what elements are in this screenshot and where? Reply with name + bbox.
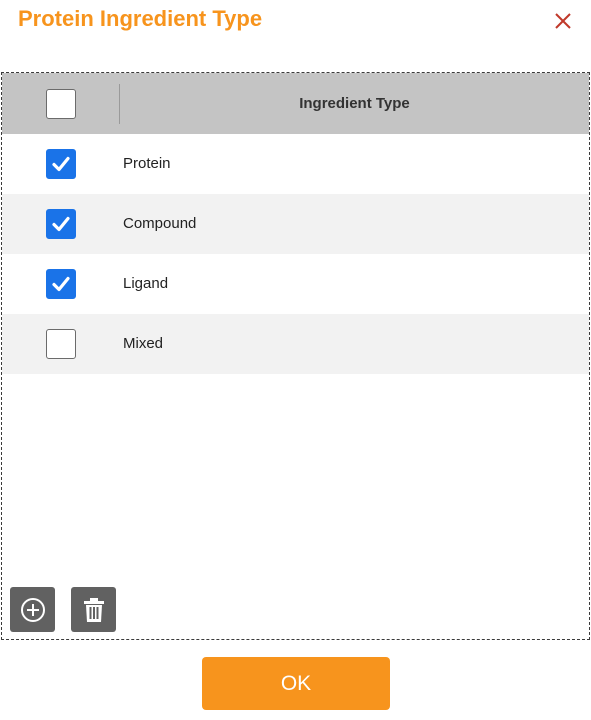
select-all-checkbox[interactable] [46, 89, 76, 119]
row-label: Ligand [123, 275, 169, 292]
trash-icon [83, 597, 104, 622]
dialog-title: Protein Ingredient Type [18, 6, 263, 31]
column-header-ingredient-type[interactable]: Ingredient Type [120, 73, 589, 134]
close-button[interactable] [550, 8, 576, 34]
table-row[interactable]: Compound [2, 194, 589, 254]
add-circle-icon [20, 597, 45, 622]
add-row-button[interactable] [10, 587, 55, 632]
table-body: Protein Compound Ligand Mixed [2, 134, 589, 374]
row-checkbox[interactable] [46, 329, 76, 359]
table-header: Ingredient Type [2, 73, 589, 134]
checkmark-icon [52, 156, 70, 172]
ingredient-table-panel: Ingredient Type Protein Compound Ligand … [1, 72, 590, 640]
row-label: Protein [123, 155, 171, 172]
ok-button[interactable]: OK [202, 657, 390, 710]
row-checkbox[interactable] [46, 149, 76, 179]
row-checkbox[interactable] [46, 209, 76, 239]
row-label: Mixed [123, 335, 164, 352]
row-checkbox[interactable] [46, 269, 76, 299]
close-icon [555, 13, 571, 29]
table-row[interactable]: Ligand [2, 254, 589, 314]
delete-row-button[interactable] [71, 587, 116, 632]
ingredient-type-dialog: Protein Ingredient Type Ingredient Type [0, 0, 591, 720]
row-label: Compound [123, 215, 197, 232]
table-row[interactable]: Protein [2, 134, 589, 194]
checkmark-icon [52, 276, 70, 292]
table-row[interactable]: Mixed [2, 314, 589, 374]
checkmark-icon [52, 216, 70, 232]
